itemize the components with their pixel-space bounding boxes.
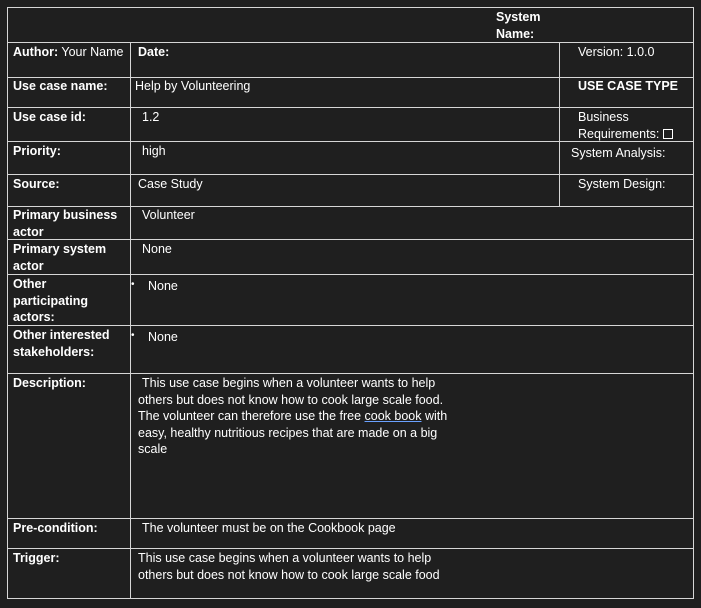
description-text: This use case begins when a volunteer wa… xyxy=(138,375,447,458)
use-case-id-label: Use case id: xyxy=(13,110,86,124)
author-value: Your Name xyxy=(61,45,124,59)
primary-business-actor-value-cell xyxy=(130,206,694,240)
use-case-name-value: Help by Volunteering xyxy=(135,79,251,93)
primary-system-actor-value-cell xyxy=(130,239,694,275)
system-analysis-label: System Analysis: xyxy=(571,146,666,160)
other-interested-stakeholders-label: Other interested stakeholders: xyxy=(13,328,110,359)
trigger-line: This use case begins when a volunteer wa… xyxy=(138,551,432,565)
system-name-label: System Name: xyxy=(496,10,541,41)
source-value: Case Study xyxy=(138,177,203,191)
cook-book-link[interactable]: cook book xyxy=(365,409,422,423)
trigger-label: Trigger: xyxy=(13,551,60,565)
description-line-end: with xyxy=(421,409,448,423)
use-case-id-value: 1.2 xyxy=(142,110,160,124)
description-label: Description: xyxy=(13,376,86,390)
priority-value-cell xyxy=(130,141,560,175)
primary-system-actor-value: None xyxy=(142,242,172,256)
version-label: Version: xyxy=(578,45,624,59)
trigger-line: others but does not know how to cook lar… xyxy=(138,567,440,582)
version-value: 1.0.0 xyxy=(626,45,655,59)
use-case-name-label: Use case name: xyxy=(13,79,108,93)
business-requirements-label: Business Requirements: xyxy=(578,110,660,141)
other-participating-actors-label: Other participating actors: xyxy=(13,277,89,324)
version-field: Version: 1.0.0 xyxy=(578,44,654,61)
description-line: easy, healthy nutritious recipes that ar… xyxy=(138,425,438,440)
description-line: scale xyxy=(138,442,168,456)
description-line: This use case begins when a volunteer wa… xyxy=(142,376,436,390)
trigger-text: This use case begins when a volunteer wa… xyxy=(138,550,440,583)
header-cell xyxy=(7,7,694,43)
author-field: Author: Your Name xyxy=(13,44,125,61)
priority-value: high xyxy=(142,144,166,158)
date-label: Date: xyxy=(138,45,170,59)
use-case-id-value-cell xyxy=(130,107,560,142)
other-participating-actors-value: None xyxy=(148,279,178,293)
priority-label: Priority: xyxy=(13,144,61,158)
other-participating-actors-value-cell xyxy=(130,274,694,326)
source-label: Source: xyxy=(13,177,60,191)
business-requirements-field: Business Requirements: xyxy=(578,109,690,142)
system-design-label: System Design: xyxy=(578,177,666,191)
description-line: others but does not know how to cook lar… xyxy=(138,392,444,407)
checkbox-icon[interactable] xyxy=(663,128,674,139)
precondition-label: Pre-condition: xyxy=(13,521,98,535)
description-line: The volunteer can therefore use the free… xyxy=(138,408,447,425)
primary-business-actor-label: Primary business actor xyxy=(13,208,118,239)
author-label: Author: xyxy=(13,45,59,59)
use-case-type-label: USE CASE TYPE xyxy=(578,79,679,93)
primary-system-actor-label: Primary system actor xyxy=(13,242,107,273)
description-line-start: The volunteer can therefore use the free xyxy=(138,409,365,423)
other-interested-stakeholders-value-cell xyxy=(130,325,694,374)
primary-business-actor-value: Volunteer xyxy=(142,208,195,222)
precondition-value: The volunteer must be on the Cookbook pa… xyxy=(142,521,396,535)
other-participating-actors-bullet: • xyxy=(131,279,135,290)
other-interested-stakeholders-value: None xyxy=(148,330,178,344)
other-interested-stakeholders-bullet: • xyxy=(131,330,135,341)
description-label-cell xyxy=(7,373,131,519)
date-cell xyxy=(130,42,560,78)
